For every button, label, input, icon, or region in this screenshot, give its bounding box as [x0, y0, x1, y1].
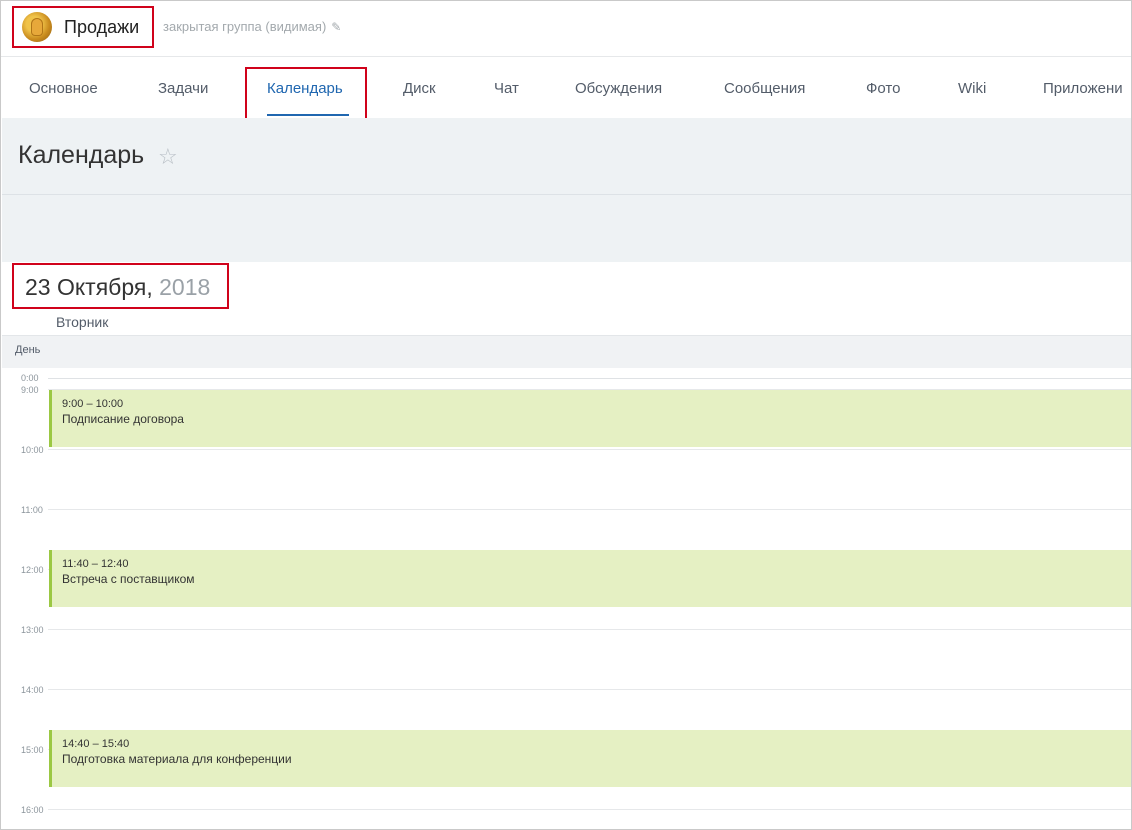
- hour-label-9: 9:00: [21, 385, 39, 395]
- tab-photo[interactable]: Фото: [866, 80, 900, 97]
- group-avatar[interactable]: [22, 12, 52, 42]
- calendar-page: Продажи закрытая группа (видимая) ✎ Основ…: [0, 0, 1132, 830]
- title-area: [2, 118, 1131, 262]
- hour-label-0: 0:00: [21, 373, 39, 383]
- hour-label-10: 10:00: [21, 445, 44, 455]
- day-label: День: [15, 344, 41, 356]
- star-icon[interactable]: ☆: [158, 144, 178, 170]
- tab-main[interactable]: Основное: [29, 80, 98, 97]
- event-title: Подписание договора: [62, 412, 184, 426]
- calendar-tab-highlight: [245, 67, 367, 124]
- date-heading: 23 Октября, 2018: [25, 274, 210, 301]
- tab-apps[interactable]: Приложени: [1043, 80, 1123, 97]
- event-title: Подготовка материала для конференции: [62, 752, 292, 766]
- group-name[interactable]: Продажи: [64, 17, 139, 38]
- group-privacy-text: закрытая группа (видимая): [163, 19, 327, 34]
- date-year: 2018: [159, 274, 211, 300]
- hour-line: [48, 689, 1131, 690]
- tab-messages[interactable]: Сообщения: [724, 80, 805, 97]
- tab-chat[interactable]: Чат: [494, 80, 519, 97]
- grid-top-line: [48, 378, 1131, 379]
- hour-label-16: 16:00: [21, 805, 44, 815]
- weekday-label: Вторник: [56, 314, 109, 330]
- group-header: Продажи закрытая группа (видимая) ✎: [1, 1, 1131, 57]
- event-time: 11:40 – 12:40: [62, 558, 129, 570]
- hour-line: [48, 449, 1131, 450]
- event-time: 14:40 – 15:40: [62, 738, 130, 750]
- hour-line: [48, 809, 1131, 810]
- hour-label-11: 11:00: [21, 505, 43, 515]
- page-title: Календарь: [18, 141, 145, 169]
- event-time: 9:00 – 10:00: [62, 398, 124, 410]
- title-divider: [2, 194, 1131, 195]
- group-tabs: Основное Задачи Календарь Диск Чат Обсуж…: [1, 58, 1131, 118]
- hour-line: [48, 509, 1131, 510]
- group-privacy-label: закрытая группа (видимая) ✎: [163, 19, 341, 34]
- tab-discussions[interactable]: Обсуждения: [575, 80, 662, 97]
- event-title: Встреча с поставщиком: [62, 572, 195, 586]
- hour-label-15: 15:00: [21, 745, 44, 755]
- hour-label-14: 14:00: [21, 685, 44, 695]
- hour-line: [48, 629, 1131, 630]
- tab-tasks[interactable]: Задачи: [158, 80, 208, 97]
- hour-label-12: 12:00: [21, 565, 44, 575]
- group-title-highlight[interactable]: Продажи: [12, 6, 154, 48]
- tab-wiki[interactable]: Wiki: [958, 80, 986, 97]
- hour-label-13: 13:00: [21, 625, 44, 635]
- pencil-icon[interactable]: ✎: [331, 20, 341, 34]
- calendar-event[interactable]: 9:00 – 10:00 Подписание договора: [49, 390, 1131, 447]
- date-day-month: 23 Октября,: [25, 274, 153, 300]
- calendar-event[interactable]: 14:40 – 15:40 Подготовка материала для к…: [49, 730, 1131, 787]
- calendar-event[interactable]: 11:40 – 12:40 Встреча с поставщиком: [49, 550, 1131, 607]
- tab-disk[interactable]: Диск: [403, 80, 436, 97]
- all-day-strip[interactable]: [2, 335, 1131, 368]
